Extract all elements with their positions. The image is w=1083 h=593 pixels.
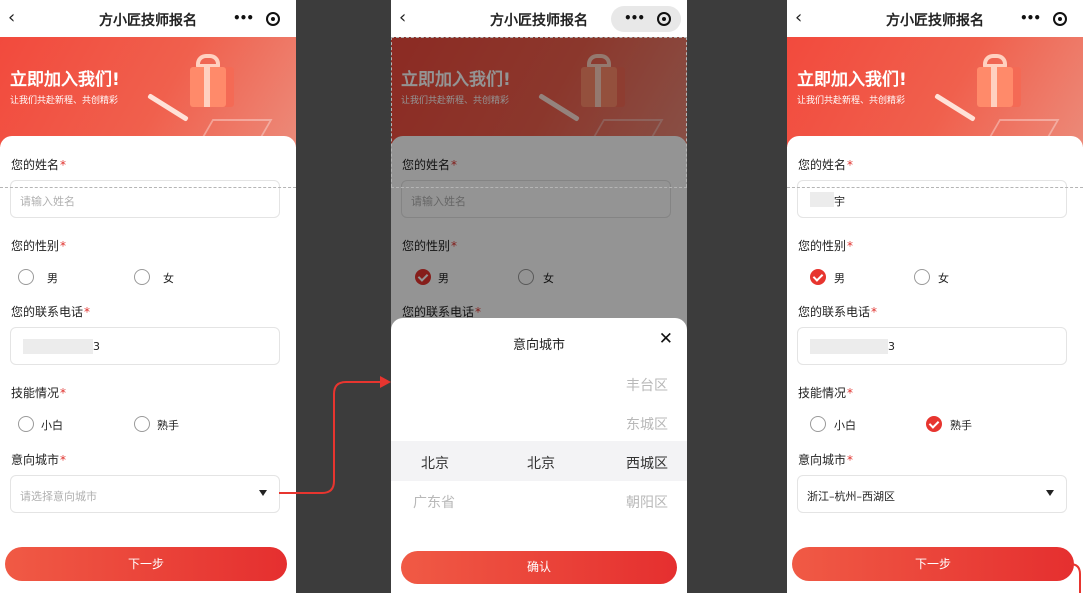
tutorial-canvas: ‹ 方小匠技师报名 ••• 立即加入我们! 让我们共赴新程、共创精彩 您的姓名*… bbox=[0, 0, 1083, 593]
flow-arrow-head-icon bbox=[380, 376, 391, 388]
flow-arrow-layer bbox=[279, 376, 1081, 593]
flow-arrow-line bbox=[279, 381, 382, 494]
flow-arrow-continuation bbox=[1069, 563, 1081, 593]
